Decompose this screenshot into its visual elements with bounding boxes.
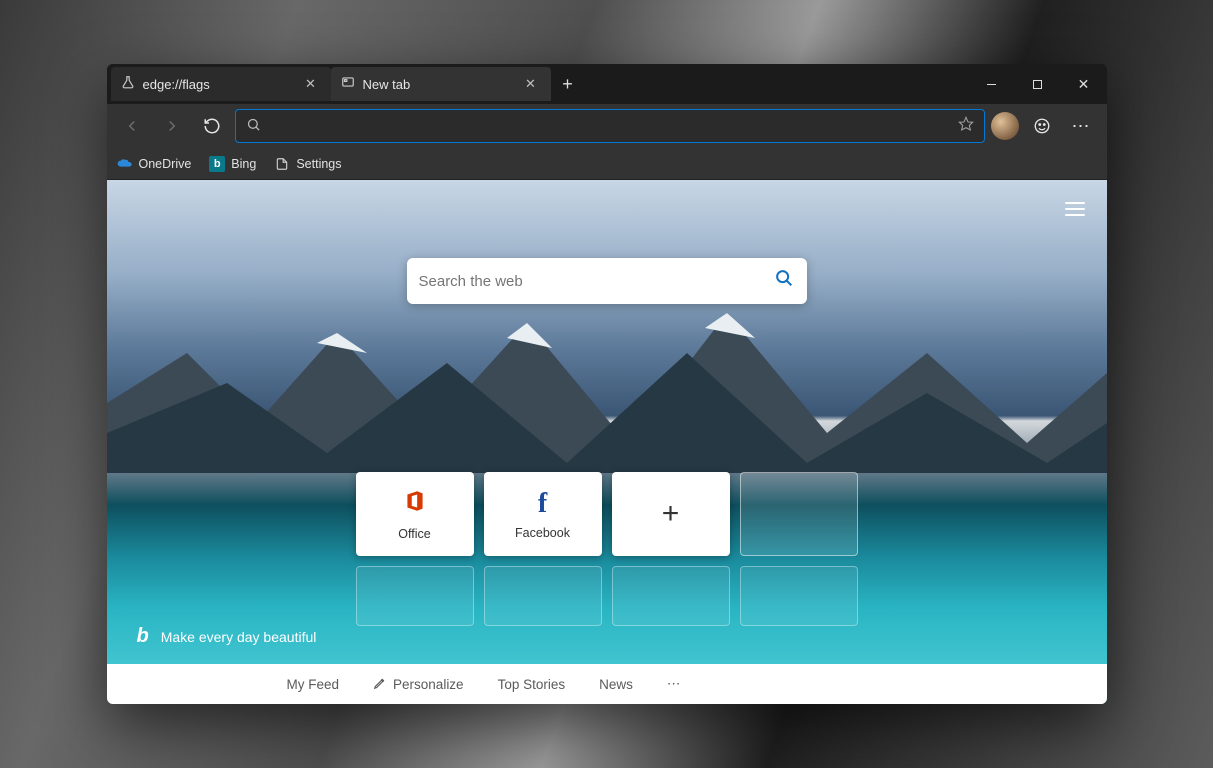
maximize-button[interactable] [1015,64,1061,104]
feed-news[interactable]: News [599,677,633,692]
tab-title: New tab [363,77,513,92]
tile-placeholder[interactable] [356,566,474,626]
new-tab-page: Office f Facebook + b Make every day [107,180,1107,704]
profile-avatar[interactable] [991,112,1019,140]
address-input[interactable] [269,118,950,134]
menu-button[interactable]: ⋯ [1065,109,1099,143]
refresh-button[interactable] [195,109,229,143]
window-controls: ✕ [969,64,1107,104]
tile-placeholder[interactable] [612,566,730,626]
bing-icon: b [209,156,225,172]
tile-label: Office [398,527,430,541]
feedback-button[interactable] [1025,109,1059,143]
close-tab-button[interactable]: ✕ [521,74,541,94]
close-window-button[interactable]: ✕ [1061,64,1107,104]
bookmark-settings[interactable]: Settings [274,156,341,172]
background-mountains [107,293,1107,473]
bookmark-label: Settings [296,157,341,171]
tile-placeholder[interactable] [740,472,858,556]
feed-myfeed[interactable]: My Feed [287,677,340,692]
hero-search-button[interactable] [773,267,795,295]
minimize-button[interactable] [969,64,1015,104]
bing-tag-text: Make every day beautiful [161,629,317,645]
bing-tagline: b Make every day beautiful [137,625,317,648]
page-icon [274,156,290,172]
forward-button[interactable] [155,109,189,143]
address-input-box[interactable] [235,109,985,143]
bookmark-label: OneDrive [139,157,192,171]
bookmarks-bar: OneDrive b Bing Settings [107,148,1107,180]
address-bar: ⋯ [107,104,1107,148]
bing-logo-icon: b [137,625,149,648]
tile-facebook[interactable]: f Facebook [484,472,602,556]
new-tab-button[interactable]: + [551,67,585,101]
newtab-icon [341,75,355,94]
favorite-button[interactable] [958,116,974,137]
feed-more[interactable]: ⋯ [667,676,683,692]
tab-flags[interactable]: edge://flags ✕ [111,67,331,101]
close-tab-button[interactable]: ✕ [301,74,321,94]
bookmark-bing[interactable]: b Bing [209,156,256,172]
feed-bar: My Feed Personalize Top Stories News ⋯ [107,664,1107,704]
back-button[interactable] [115,109,149,143]
tile-placeholder[interactable] [484,566,602,626]
tile-placeholder[interactable] [740,566,858,626]
office-icon [402,488,428,521]
browser-window: edge://flags ✕ New tab ✕ + ✕ [107,64,1107,704]
tab-title: edge://flags [143,77,293,92]
quick-tiles: Office f Facebook + [356,472,858,626]
search-icon [246,117,261,135]
tile-label: Facebook [515,526,570,540]
flask-icon [121,75,135,94]
plus-icon: + [662,497,680,531]
hero-search-input[interactable] [419,273,763,290]
feed-personalize[interactable]: Personalize [373,676,464,693]
tab-newtab[interactable]: New tab ✕ [331,67,551,101]
onedrive-icon [117,156,133,172]
search-hero[interactable] [407,258,807,304]
facebook-icon: f [538,488,547,520]
pencil-icon [373,676,387,693]
bookmark-label: Bing [231,157,256,171]
bookmark-onedrive[interactable]: OneDrive [117,156,192,172]
tile-add[interactable]: + [612,472,730,556]
tab-bar: edge://flags ✕ New tab ✕ + ✕ [107,64,1107,104]
feed-topstories[interactable]: Top Stories [498,677,566,692]
tile-office[interactable]: Office [356,472,474,556]
page-menu-button[interactable] [1065,198,1085,220]
